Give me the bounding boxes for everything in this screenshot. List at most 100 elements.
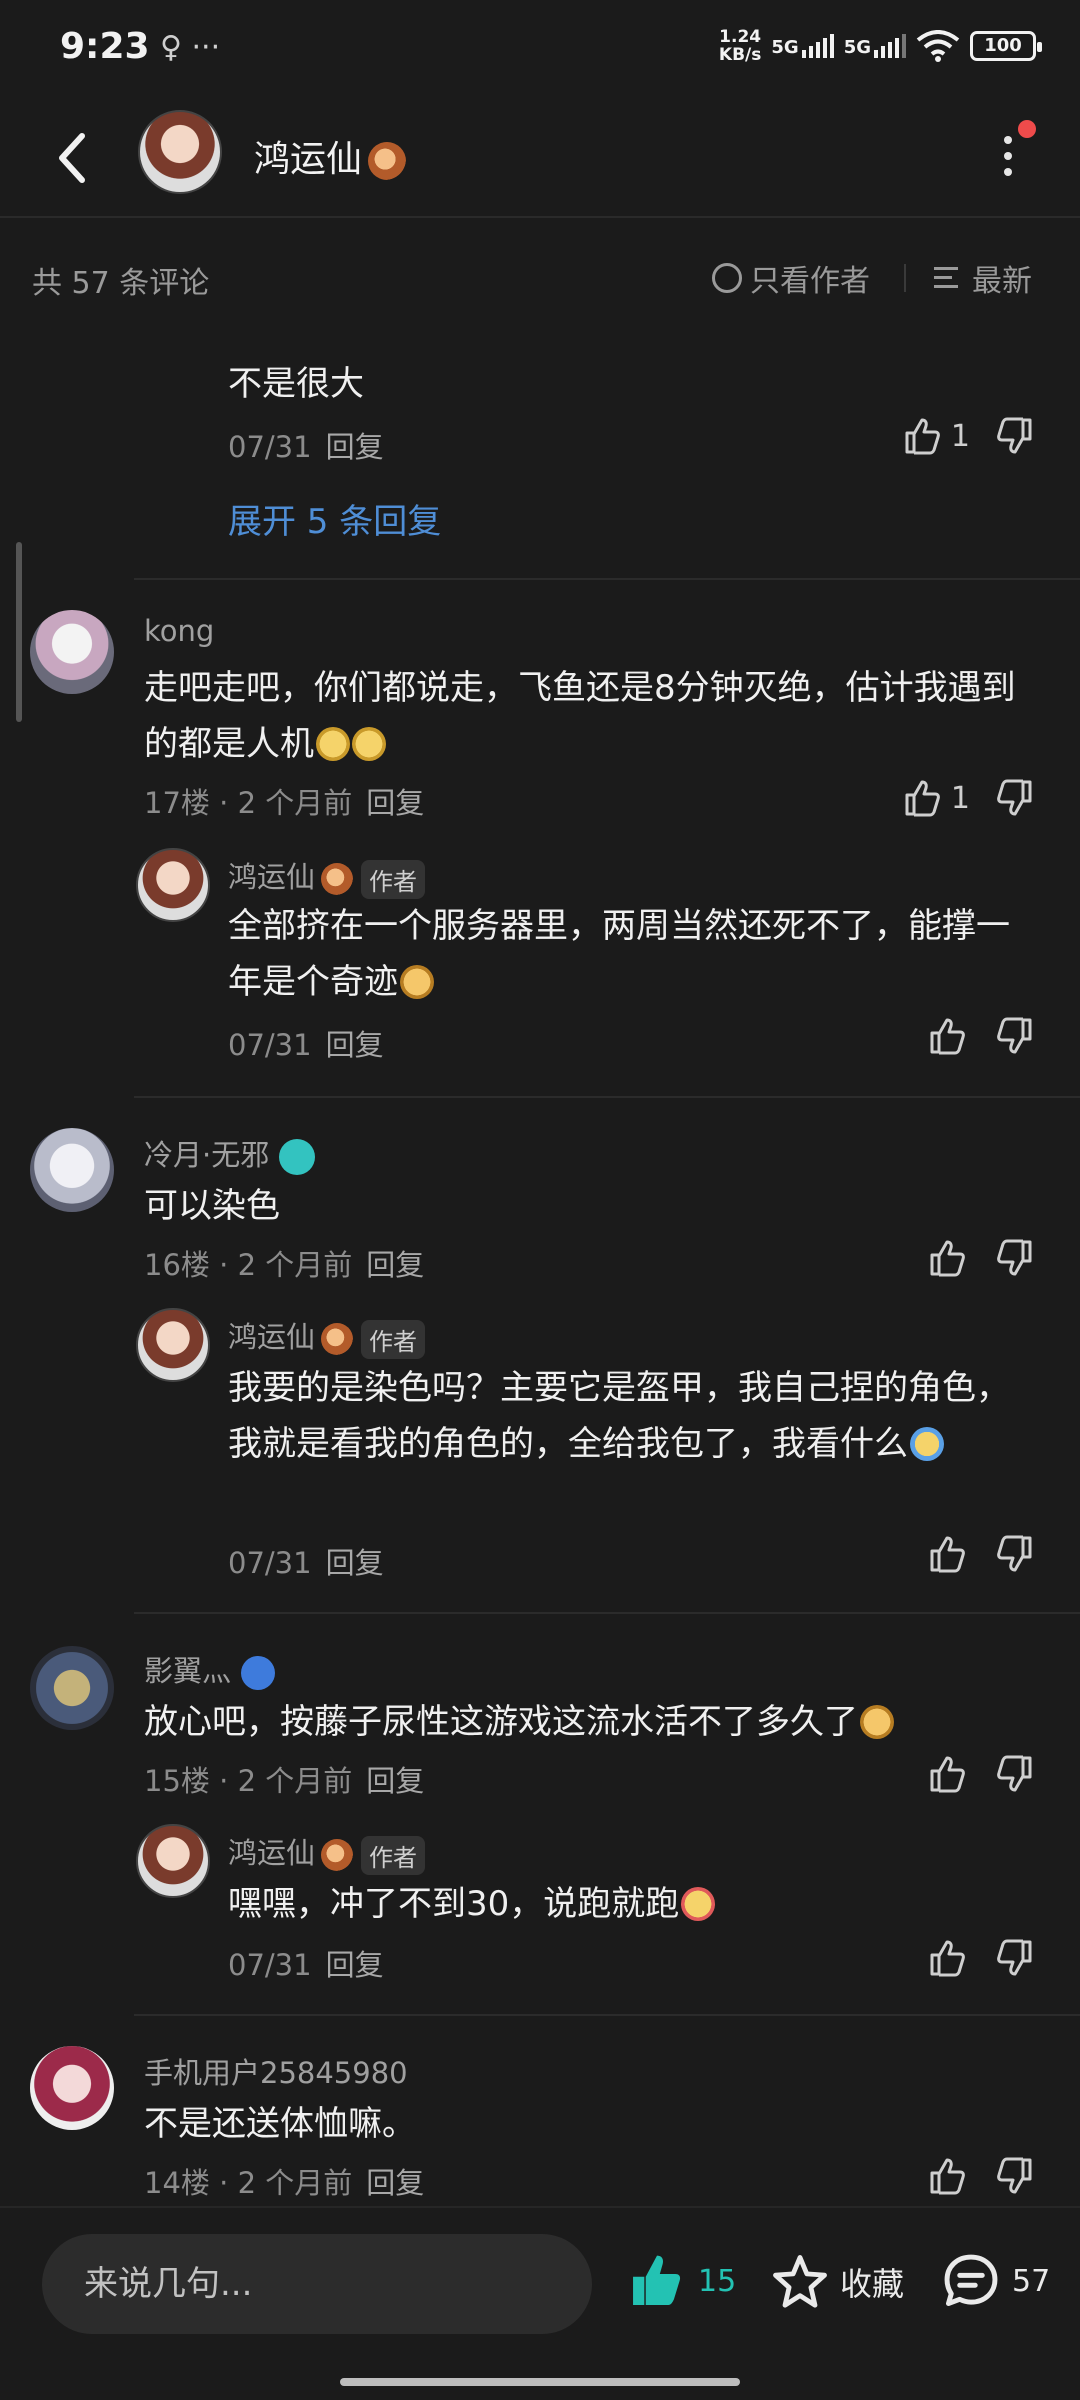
- emoji-icon: [681, 1887, 716, 1921]
- like-button[interactable]: [926, 1752, 970, 1796]
- reply-username[interactable]: 鸿运仙 作者: [228, 854, 426, 899]
- dislike-button[interactable]: [992, 414, 1036, 458]
- user-avatar[interactable]: [30, 1128, 114, 1212]
- emoji-icon: [352, 727, 386, 761]
- home-indicator[interactable]: [340, 2378, 740, 2386]
- sort-label: 最新: [972, 264, 1032, 299]
- like-button[interactable]: [926, 1936, 970, 1980]
- author-avatar[interactable]: [138, 110, 222, 194]
- dislike-button[interactable]: [992, 1936, 1036, 1980]
- comment-filter-bar: 共 57 条评论 只看作者 最新: [0, 220, 1080, 316]
- comment-username-text: 影翼灬: [144, 1654, 232, 1688]
- reply-actions: [926, 1936, 1036, 1980]
- comment-meta: 15楼 · 2 个月前 回复: [144, 1764, 425, 1798]
- level-badge-icon: [321, 1839, 354, 1871]
- divider: [904, 264, 906, 292]
- author-tag: 作者: [361, 859, 426, 899]
- thread-continuation: 不是很大 07/31 回复 1 展开 5 条回复: [0, 316, 1080, 576]
- like-button[interactable]: [926, 2154, 970, 2198]
- level-badge-icon: [321, 1323, 354, 1355]
- dislike-button[interactable]: [992, 776, 1036, 820]
- reply-link[interactable]: 回复: [326, 1948, 384, 1982]
- comment-item: kong 走吧走吧，你们都说走，飞鱼还是8分钟灭绝，估计我遇到的都是人机 17楼…: [0, 580, 1080, 1096]
- author-avatar[interactable]: [136, 1308, 210, 1382]
- reply-username[interactable]: 鸿运仙 作者: [228, 1314, 426, 1359]
- network-type-1: 5G: [771, 37, 799, 58]
- reply-meta: 07/31 回复: [228, 1022, 384, 1064]
- reply-link[interactable]: 回复: [326, 430, 384, 464]
- favorite-button[interactable]: 收藏: [770, 2252, 904, 2312]
- thumbs-up-icon: [930, 1536, 965, 1573]
- reply-link[interactable]: 回复: [366, 786, 424, 820]
- author-avatar[interactable]: [136, 848, 210, 922]
- expand-replies-link[interactable]: 展开 5 条回复: [228, 494, 441, 543]
- dislike-button[interactable]: [992, 1236, 1036, 1280]
- comment-username[interactable]: kong: [144, 614, 214, 648]
- only-author-toggle[interactable]: 只看作者: [712, 256, 870, 300]
- like-button[interactable]: [926, 1014, 970, 1058]
- battery-icon: 100: [970, 31, 1042, 61]
- author-name[interactable]: 鸿运仙: [254, 130, 407, 182]
- like-count: 1: [950, 780, 970, 816]
- emoji-icon: [400, 965, 434, 999]
- dislike-button[interactable]: [992, 1532, 1036, 1576]
- reply-text: 嘿嘿，冲了不到30，说跑就跑: [228, 1876, 1028, 1932]
- user-avatar[interactable]: [30, 2046, 114, 2130]
- reply-link[interactable]: 回复: [366, 1764, 424, 1798]
- dislike-button[interactable]: [992, 1014, 1036, 1058]
- comment-item: 影翼灬 放心吧，按藤子尿性这游戏这流水活不了多久了 15楼 · 2 个月前 回复 …: [0, 1614, 1080, 2014]
- author-tag: 作者: [361, 1319, 426, 1359]
- thumbs-up-icon: [930, 1240, 965, 1277]
- comment-count: 共 57 条评论: [32, 266, 210, 301]
- header: 鸿运仙: [0, 100, 1080, 218]
- comment-input[interactable]: 来说几句...: [42, 2234, 592, 2334]
- signal-bars-icon: [874, 34, 906, 58]
- reply-username[interactable]: 鸿运仙 作者: [228, 1830, 426, 1875]
- level-badge-icon: [368, 142, 407, 180]
- back-arrow-icon: [59, 133, 85, 183]
- back-button[interactable]: [50, 130, 94, 186]
- reply-link[interactable]: 回复: [326, 1028, 384, 1062]
- reply-link[interactable]: 回复: [366, 1248, 424, 1282]
- reply-text-content: 嘿嘿，冲了不到30，说跑就跑: [228, 1884, 680, 1924]
- like-button[interactable]: [926, 1532, 970, 1576]
- comment-meta: 16楼 · 2 个月前 回复: [144, 1248, 425, 1282]
- user-avatar[interactable]: [30, 1646, 114, 1730]
- author-avatar[interactable]: [136, 1824, 210, 1898]
- comment-text: 不是还送体恤嘛。: [144, 2104, 416, 2144]
- more-menu-button[interactable]: [998, 120, 1036, 186]
- sort-button[interactable]: 最新: [934, 256, 1032, 300]
- comment-text: 走吧走吧，你们都说走，飞鱼还是8分钟灭绝，估计我遇到的都是人机: [144, 660, 1044, 772]
- thumbs-up-icon: [930, 1018, 965, 1055]
- like-button[interactable]: 1: [901, 414, 970, 458]
- user-avatar[interactable]: [30, 610, 114, 694]
- reply-text: 不是很大: [228, 364, 364, 404]
- dislike-button[interactable]: [992, 1752, 1036, 1796]
- thumbs-down-icon: [997, 1017, 1032, 1054]
- like-button[interactable]: 1: [901, 776, 970, 820]
- comment-username[interactable]: 手机用户25845980: [144, 2050, 408, 2092]
- like-post-button[interactable]: 15: [626, 2250, 736, 2312]
- dislike-button[interactable]: [992, 2154, 1036, 2198]
- network-type-2: 5G: [843, 37, 871, 58]
- comment-item: 手机用户25845980 不是还送体恤嘛。 14楼 · 2 个月前 回复: [0, 2016, 1080, 2206]
- reply-date: 07/31: [228, 430, 312, 464]
- comment-time: 2 个月前: [237, 1764, 353, 1798]
- comments-button[interactable]: 57: [940, 2250, 1050, 2312]
- level-badge-icon: [279, 1139, 316, 1175]
- like-count: 1: [950, 418, 970, 454]
- like-button[interactable]: [926, 1236, 970, 1280]
- reply-link[interactable]: 回复: [366, 2166, 424, 2200]
- comment-text: 放心吧，按藤子尿性这游戏这流水活不了多久了: [144, 1694, 1044, 1750]
- reply-text: 全部挤在一个服务器里，两周当然还死不了，能撑一年是个奇迹: [228, 898, 1028, 1010]
- reply-meta: 07/31 回复: [228, 1942, 384, 1984]
- comment-username[interactable]: 影翼灬: [144, 1648, 276, 1690]
- emoji-icon: [316, 727, 350, 761]
- comment-time: 2 个月前: [237, 786, 353, 820]
- network-speed-unit: KB/s: [718, 45, 762, 65]
- comment-actions: [926, 1752, 1036, 1796]
- comment-username[interactable]: 冷月·无邪: [144, 1132, 316, 1175]
- reply-link[interactable]: 回复: [326, 1546, 384, 1580]
- thumbs-down-icon: [997, 1939, 1032, 1976]
- star-icon: [773, 2255, 827, 2308]
